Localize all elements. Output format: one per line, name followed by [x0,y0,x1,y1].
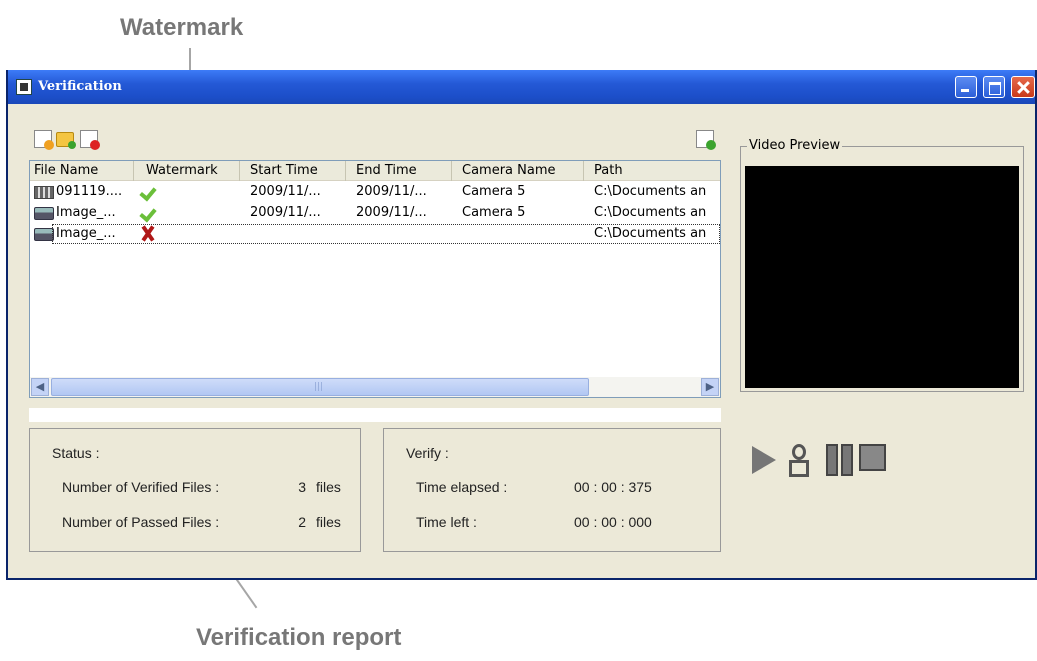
camera-icon [34,207,54,220]
check-icon [140,204,158,222]
verification-window: Verification File Name Watermark Start T… [6,70,1037,580]
verified-files-unit: files [316,479,341,495]
scroll-right-button[interactable]: ▶ [701,378,719,396]
video-preview-panel: Video Preview [740,138,1024,392]
cell-path: C:\Documents an [594,226,707,241]
column-path[interactable]: Path [584,161,720,181]
verified-files-label: Number of Verified Files : [62,479,220,495]
status-heading: Status : [52,445,100,461]
pause-icon[interactable] [826,444,853,476]
verification-report-callout: Verification report [196,624,402,651]
cell-start-time: 2009/11/... [250,184,321,199]
film-icon [34,186,54,199]
verify-heading: Verify : [406,445,449,461]
scroll-left-button[interactable]: ◀ [31,378,49,396]
file-list-header: File Name Watermark Start Time End Time … [30,161,720,181]
export-report-icon[interactable] [696,130,716,150]
cross-icon [139,225,157,243]
title-bar[interactable]: Verification [8,70,1035,104]
column-camera-name[interactable]: Camera Name [452,161,584,181]
remove-file-icon[interactable] [80,130,100,150]
column-end-time[interactable]: End Time [346,161,452,181]
table-row[interactable]: Image_... C:\Documents an [30,224,720,244]
snapshot-icon[interactable] [788,444,809,477]
cell-end-time: 2009/11/... [356,184,427,199]
table-row[interactable]: Image_... 2009/11/... 2009/11/... Camera… [30,203,720,223]
cell-path: C:\Documents an [594,205,707,220]
table-row[interactable]: 091119.... 2009/11/... 2009/11/... Camer… [30,182,720,202]
cell-path: C:\Documents an [594,184,707,199]
app-icon[interactable] [16,79,32,95]
verification-progress-bar [29,408,721,422]
time-left-value: 00 : 00 : 000 [574,514,652,530]
passed-files-label: Number of Passed Files : [62,514,220,530]
passed-files-count: 2 [298,514,306,530]
cell-file-name: Image_... [56,226,116,241]
status-panel: Status : Number of Verified Files : 3 fi… [29,428,361,552]
camera-icon [34,228,54,241]
column-start-time[interactable]: Start Time [240,161,346,181]
passed-files-unit: files [316,514,341,530]
time-elapsed-label: Time elapsed : [416,479,508,495]
column-file-name[interactable]: File Name [30,161,134,181]
cell-camera-name: Camera 5 [462,205,526,220]
cell-camera-name: Camera 5 [462,184,526,199]
stop-icon[interactable] [859,444,886,471]
time-left-label: Time left : [416,514,477,530]
cell-end-time: 2009/11/... [356,205,427,220]
verified-files-count: 3 [298,479,306,495]
cell-file-name: 091119.... [56,184,123,199]
video-preview-label: Video Preview [747,138,843,154]
open-folder-icon[interactable] [56,132,76,149]
watermark-callout: Watermark [120,14,244,41]
cell-start-time: 2009/11/... [250,205,321,220]
window-title: Verification [38,79,122,94]
column-watermark[interactable]: Watermark [134,161,240,181]
time-elapsed-value: 00 : 00 : 375 [574,479,652,495]
new-file-icon[interactable] [34,130,54,150]
maximize-button[interactable] [983,76,1005,98]
close-button[interactable] [1011,76,1035,98]
cell-file-name: Image_... [56,205,116,220]
play-icon[interactable] [752,446,776,474]
scrollbar-thumb[interactable] [51,378,589,396]
check-icon [140,183,158,201]
verify-panel: Verify : Time elapsed : 00 : 00 : 375 Ti… [383,428,721,552]
minimize-button[interactable] [955,76,977,98]
video-preview-screen [745,166,1019,388]
horizontal-scrollbar[interactable]: ◀ ▶ [30,377,720,397]
file-list[interactable]: File Name Watermark Start Time End Time … [29,160,721,398]
